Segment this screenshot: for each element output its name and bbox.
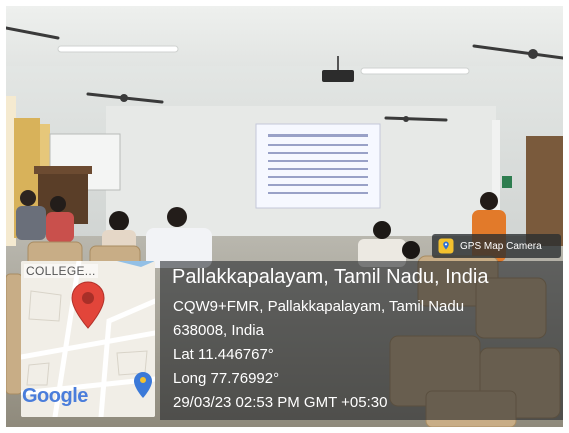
map-place-label: COLLEGE...	[24, 264, 98, 278]
google-logo-text: Google	[22, 385, 88, 407]
photo-frame: GPS Map Camera COLLEGE... Google Pallakk…	[0, 0, 569, 433]
longitude-text: Long 77.76992°	[173, 370, 280, 387]
location-title: Pallakkapalayam, Tamil Nadu, India	[172, 266, 489, 288]
location-map-thumbnail[interactable]: COLLEGE... Google	[21, 261, 155, 417]
latitude-text: Lat 11.446767°	[173, 346, 274, 363]
gps-map-camera-badge: GPS Map Camera	[432, 234, 561, 258]
gps-map-camera-icon	[438, 238, 454, 254]
address-line-1: CQW9+FMR, Pallakkapalayam, Tamil Nadu	[173, 298, 465, 315]
map-pin-icon	[71, 281, 105, 329]
address-line-2: 638008, India	[173, 322, 264, 339]
timestamp-text: 29/03/23 02:53 PM GMT +05:30	[173, 394, 388, 411]
badge-label: GPS Map Camera	[460, 240, 542, 252]
street-view-icon	[134, 372, 152, 398]
google-logo: Google	[22, 385, 88, 408]
